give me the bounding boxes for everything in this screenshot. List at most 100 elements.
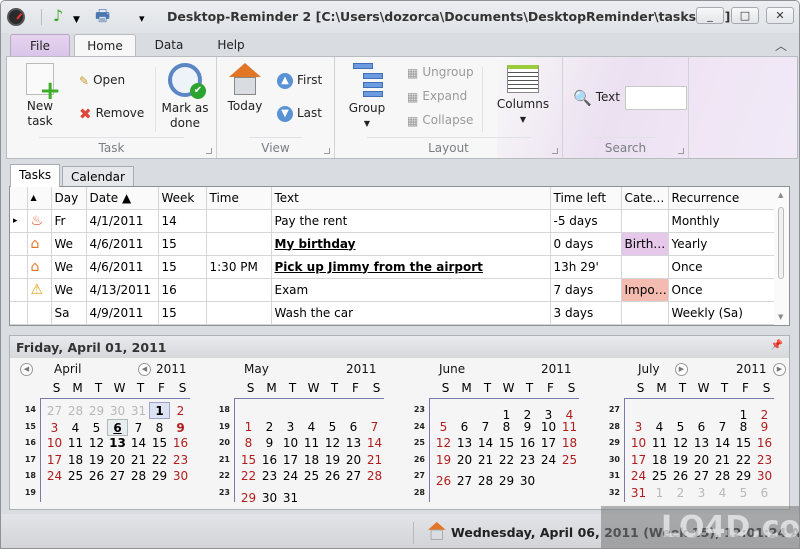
day-cell[interactable]: 4 xyxy=(301,419,322,436)
day-cell[interactable]: 12 xyxy=(86,435,107,452)
day-cell[interactable]: 24 xyxy=(44,468,65,485)
day-cell[interactable]: 16 xyxy=(259,452,280,469)
day-cell[interactable]: 4 xyxy=(712,485,733,502)
day-cell[interactable]: 27 xyxy=(691,468,712,485)
day-cell[interactable]: 30 xyxy=(107,403,128,420)
day-cell[interactable]: 9 xyxy=(259,435,280,452)
day-cell[interactable]: 26 xyxy=(670,468,691,485)
day-cell[interactable]: 20 xyxy=(107,452,128,469)
day-cell[interactable]: 31 xyxy=(128,403,149,420)
day-cell[interactable]: 22 xyxy=(733,452,754,469)
column-header[interactable]: Time xyxy=(206,187,272,210)
day-cell[interactable]: 7 xyxy=(475,419,496,436)
day-cell[interactable]: 8 xyxy=(149,420,170,437)
maximize-button[interactable]: □ xyxy=(731,7,759,24)
day-cell[interactable]: 15 xyxy=(733,435,754,452)
day-cell[interactable]: 8 xyxy=(733,419,754,436)
day-cell[interactable]: 22 xyxy=(149,452,170,469)
day-cell[interactable]: 16 xyxy=(754,435,775,452)
day-cell[interactable]: 25 xyxy=(649,468,670,485)
column-header[interactable]: Recurrence xyxy=(668,187,776,210)
ungroup-button[interactable]: ▦ Ungroup xyxy=(407,64,474,81)
day-cell[interactable]: 20 xyxy=(691,452,712,469)
day-cell[interactable]: 17 xyxy=(44,452,65,469)
day-cell[interactable]: 23 xyxy=(754,452,775,469)
day-cell[interactable]: 11 xyxy=(649,435,670,452)
day-cell[interactable]: 20 xyxy=(343,452,364,469)
day-cell[interactable]: 6 xyxy=(754,485,775,502)
group-button[interactable]: Group ▼ xyxy=(345,63,389,131)
column-header[interactable]: Week xyxy=(158,187,207,210)
day-cell[interactable]: 24 xyxy=(280,468,301,485)
day-cell[interactable]: 23 xyxy=(517,452,538,469)
columns-button[interactable]: Columns ▼ xyxy=(495,65,551,127)
expand-button[interactable]: ▦ Expand xyxy=(407,88,467,105)
day-cell[interactable]: 24 xyxy=(628,468,649,485)
day-cell[interactable]: 19 xyxy=(670,452,691,469)
day-cell[interactable]: 29 xyxy=(149,468,170,485)
day-cell[interactable]: 19 xyxy=(433,452,454,469)
day-cell[interactable]: 28 xyxy=(65,403,86,420)
mark-as-done-button[interactable]: Mark as done xyxy=(157,63,213,131)
day-cell[interactable]: 19 xyxy=(322,452,343,469)
day-cell[interactable]: 17 xyxy=(628,452,649,469)
day-cell[interactable]: 12 xyxy=(433,435,454,452)
day-cell[interactable]: 28 xyxy=(364,468,385,485)
day-cell[interactable]: 5 xyxy=(322,419,343,436)
day-cell[interactable]: 6 xyxy=(343,419,364,436)
collapse-button[interactable]: ▦ Collapse xyxy=(407,112,473,129)
day-cell[interactable]: 3 xyxy=(628,419,649,436)
search-dialog-launcher[interactable] xyxy=(678,148,684,154)
day-cell[interactable]: 18 xyxy=(559,435,580,452)
day-cell[interactable]: 18 xyxy=(649,452,670,469)
day-cell[interactable]: 31 xyxy=(628,485,649,502)
tab-calendar[interactable]: Calendar xyxy=(62,166,134,186)
day-cell[interactable]: 4 xyxy=(65,420,86,437)
next-year-button[interactable]: ▶ xyxy=(773,363,786,376)
day-cell[interactable]: 13 xyxy=(454,435,475,452)
day-cell[interactable]: 11 xyxy=(559,419,580,436)
day-cell[interactable]: 29 xyxy=(733,468,754,485)
day-cell[interactable]: 16 xyxy=(170,435,191,452)
day-cell[interactable]: 5 xyxy=(670,419,691,436)
remove-button[interactable]: ✖ Remove xyxy=(79,105,144,122)
day-cell[interactable]: 19 xyxy=(86,452,107,469)
collapse-ribbon-icon[interactable]: ︿ xyxy=(775,37,787,54)
day-cell[interactable]: 28 xyxy=(128,468,149,485)
day-cell[interactable]: 14 xyxy=(712,435,733,452)
day-cell[interactable]: 14 xyxy=(475,435,496,452)
day-cell[interactable]: 13 xyxy=(691,435,712,452)
day-cell[interactable]: 6 xyxy=(691,419,712,436)
day-cell[interactable]: 13 xyxy=(343,435,364,452)
day-cell[interactable]: 3 xyxy=(280,419,301,436)
day-cell[interactable]: 14 xyxy=(364,435,385,452)
day-cell[interactable]: 25 xyxy=(65,468,86,485)
column-header[interactable]: Time left xyxy=(550,187,622,210)
sound-icon[interactable]: ♪ xyxy=(53,7,63,25)
day-cell[interactable]: 30 xyxy=(170,468,191,485)
open-button[interactable]: ✎ Open xyxy=(79,72,125,89)
column-header[interactable]: Date ▲ xyxy=(86,187,159,210)
day-cell[interactable]: 21 xyxy=(475,452,496,469)
day-cell[interactable]: 29 xyxy=(86,403,107,420)
day-cell[interactable]: 28 xyxy=(712,468,733,485)
day-cell[interactable]: 13 xyxy=(107,435,128,452)
tab-tasks[interactable]: Tasks xyxy=(10,164,61,187)
column-header[interactable]: Day xyxy=(51,187,87,210)
day-cell[interactable]: 9 xyxy=(517,419,538,436)
day-cell[interactable]: 10 xyxy=(44,435,65,452)
column-header[interactable]: Text xyxy=(271,187,551,210)
day-cell[interactable]: 9 xyxy=(170,420,191,437)
day-cell[interactable]: 5 xyxy=(733,485,754,502)
day-cell[interactable]: 3 xyxy=(691,485,712,502)
app-clock-icon[interactable] xyxy=(7,8,25,26)
day-cell[interactable]: 16 xyxy=(517,435,538,452)
table-row[interactable]: ▸ ♨ Fr 4/1/2011 14 Pay the rent -5 days Monthly xyxy=(10,209,776,233)
day-cell[interactable]: 18 xyxy=(301,452,322,469)
day-cell[interactable]: 20 xyxy=(454,452,475,469)
day-cell[interactable]: 14 xyxy=(128,435,149,452)
column-header[interactable] xyxy=(10,187,28,210)
tab-help[interactable]: Help xyxy=(205,34,257,57)
search-input[interactable] xyxy=(625,86,687,110)
day-cell[interactable]: 12 xyxy=(670,435,691,452)
